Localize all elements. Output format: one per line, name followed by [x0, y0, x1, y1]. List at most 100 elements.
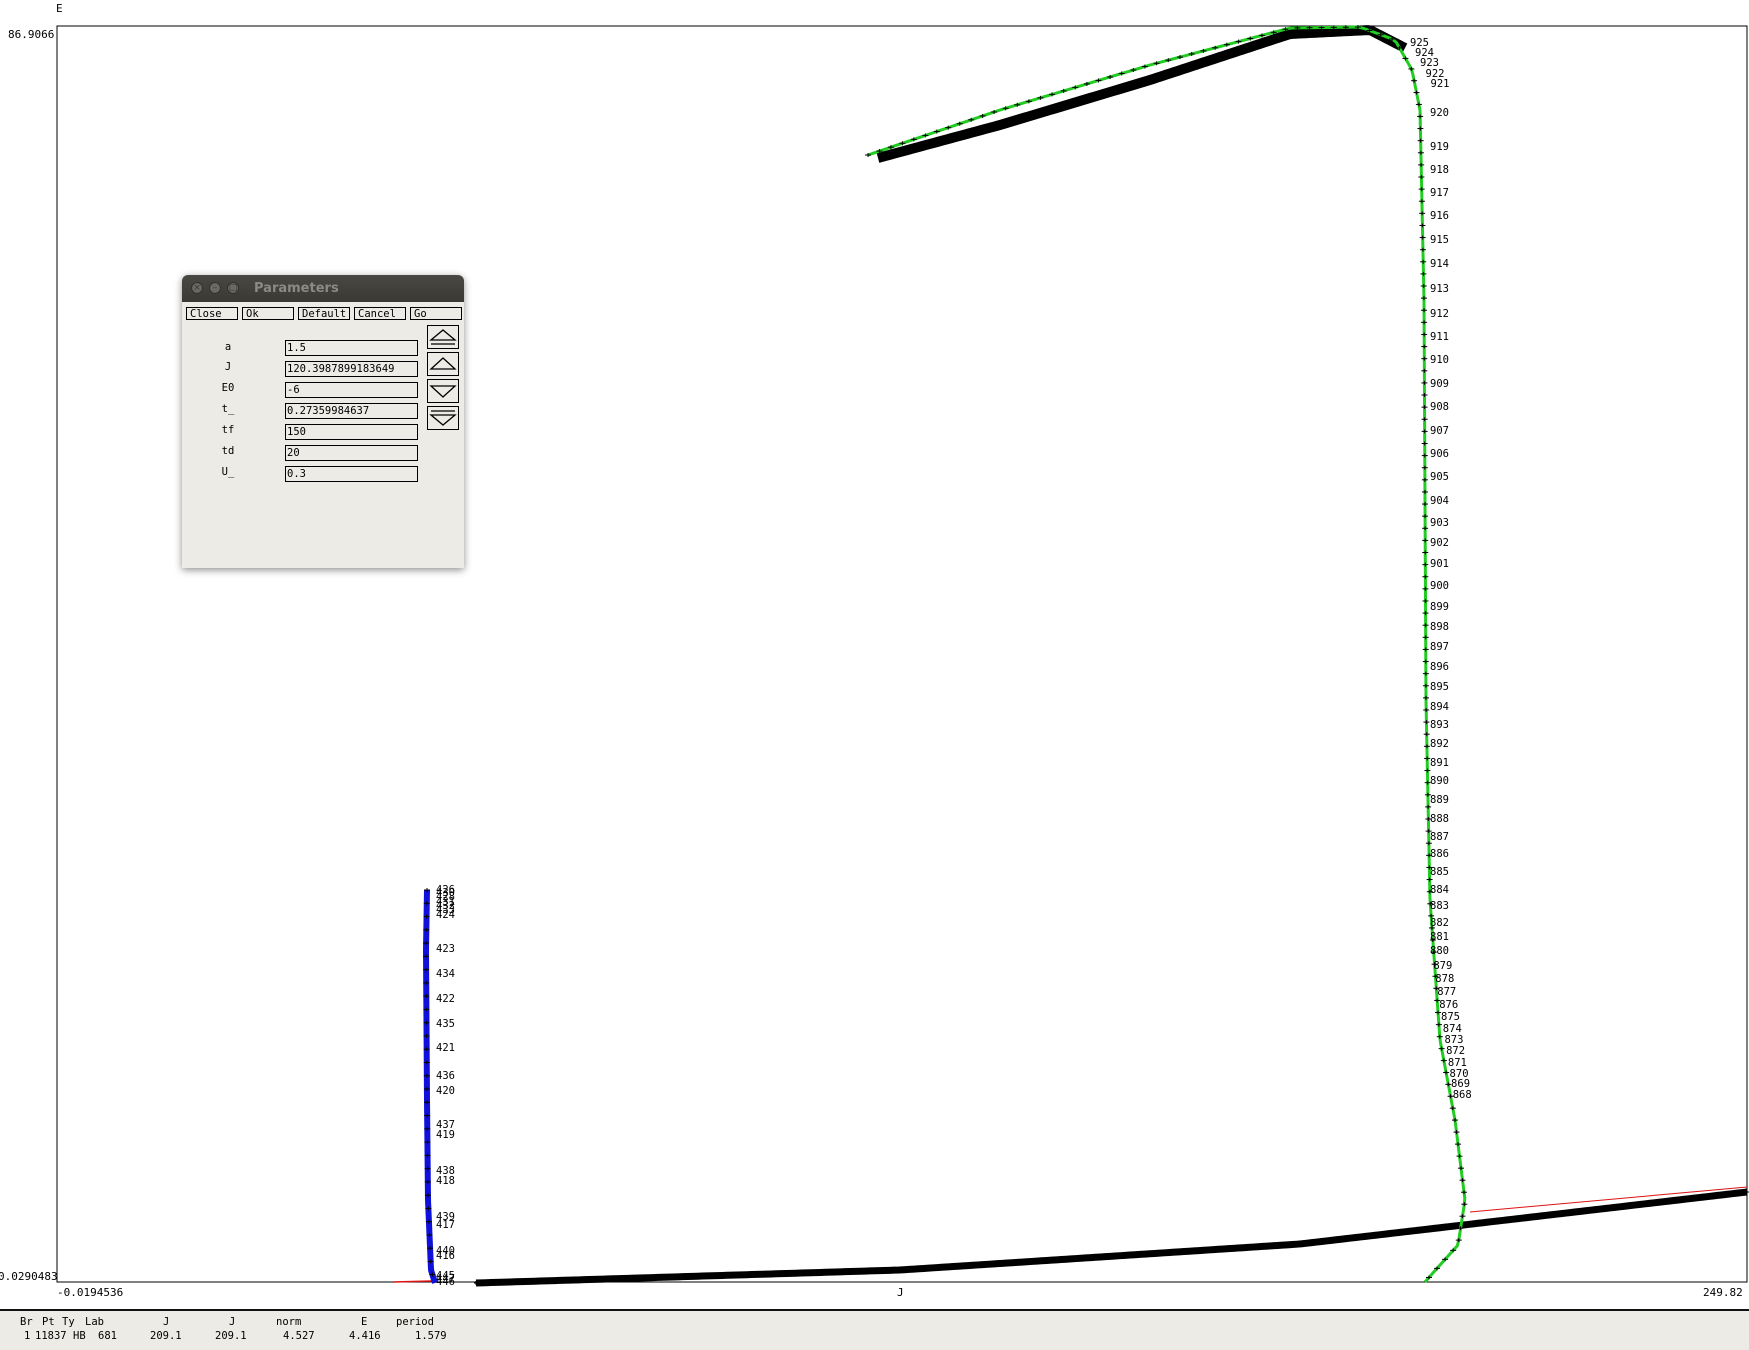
plot-frame	[56, 25, 1748, 1283]
param-label-j: J	[224, 361, 232, 373]
window-title: Parameters	[254, 281, 339, 296]
button-row: Close Ok Default Cancel Go	[184, 307, 462, 322]
blue-point-labels: 4264304284314324334244234344224354214364…	[436, 884, 455, 1288]
x-axis-label: J	[897, 1286, 904, 1299]
green-point-label: 910	[1430, 354, 1449, 366]
cancel-button[interactable]: Cancel	[354, 307, 406, 320]
status-header-norm: norm	[276, 1316, 302, 1328]
page-up-button[interactable]	[427, 325, 459, 349]
green-point-label: 887	[1430, 831, 1449, 843]
blue-point-label: 421	[436, 1042, 455, 1054]
green-point-label: 896	[1430, 661, 1449, 673]
scroll-up-button[interactable]	[427, 352, 459, 376]
green-point-label: 885	[1430, 866, 1449, 878]
maximize-window-icon[interactable]: □	[227, 282, 239, 294]
green-point-labels: 9259249239229219209199189179169159149139…	[1410, 37, 1472, 1101]
status-value-j2: 209.1	[215, 1330, 247, 1342]
status-value-norm: 4.527	[283, 1330, 315, 1342]
x-max-label: 249.82	[1703, 1286, 1743, 1299]
param-label-td: td	[221, 445, 235, 457]
green-point-label: 888	[1430, 813, 1449, 825]
green-point-label: 920	[1430, 107, 1449, 119]
window-titlebar[interactable]: × – □ Parameters	[182, 275, 464, 302]
green-point-label: 884	[1430, 884, 1449, 896]
status-header-j2: J	[229, 1316, 236, 1328]
blue-point-label: 446	[436, 1276, 455, 1288]
page-down-button[interactable]	[427, 406, 459, 430]
green-point-label: 876	[1439, 999, 1458, 1011]
status-value-br: 1	[24, 1330, 31, 1342]
blue-point-label: 418	[436, 1175, 455, 1187]
status-header-pt: Pt	[42, 1316, 55, 1328]
green-point-label: 915	[1430, 234, 1449, 246]
parameters-window[interactable]: × – □ Parameters Close Ok Default Cancel…	[182, 275, 464, 568]
status-header-e: E	[361, 1316, 368, 1328]
status-bar: Br Pt Ty Lab J J norm E period 1 11837 H…	[0, 1309, 1749, 1350]
minimize-window-icon[interactable]: –	[209, 282, 221, 294]
close-window-icon[interactable]: ×	[191, 282, 203, 294]
go-button[interactable]: Go	[410, 307, 462, 320]
up-arrow-icon	[429, 357, 457, 370]
scroll-down-button[interactable]	[427, 379, 459, 403]
green-point-label: 903	[1430, 517, 1449, 529]
green-point-label: 893	[1430, 719, 1449, 731]
bifurcation-plot[interactable]: 9259249239229219209199189179169159149139…	[0, 0, 1749, 1310]
blue-point-label: 436	[436, 1070, 455, 1082]
blue-point-label: 423	[436, 943, 455, 955]
blue-point-label: 434	[436, 968, 455, 980]
param-field-td[interactable]: 20	[285, 445, 418, 461]
status-header-j1: J	[163, 1316, 170, 1328]
green-point-label: 895	[1430, 681, 1449, 693]
ok-button[interactable]: Ok	[242, 307, 294, 320]
green-point-label: 899	[1430, 601, 1449, 613]
param-field-j[interactable]: 120.3987899183649	[285, 361, 418, 377]
green-point-label: 872	[1446, 1045, 1465, 1057]
blue-point-label: 424	[436, 909, 455, 921]
green-point-label: 886	[1430, 848, 1449, 860]
y-axis-label: E	[56, 2, 63, 15]
green-point-label: 879	[1433, 960, 1452, 972]
blue-point-label: 417	[436, 1219, 455, 1231]
green-point-label: 921	[1431, 78, 1450, 90]
green-point-label: 914	[1430, 258, 1449, 270]
green-point-label: 905	[1430, 471, 1449, 483]
green-point-label: 880	[1430, 945, 1449, 957]
status-value-lab: 681	[98, 1330, 117, 1342]
status-value-e: 4.416	[349, 1330, 381, 1342]
status-header-period: period	[396, 1316, 434, 1328]
lower-branch-curve	[475, 1188, 1748, 1287]
blue-point-label: 420	[436, 1085, 455, 1097]
green-point-label: 897	[1430, 641, 1449, 653]
status-value-j1: 209.1	[150, 1330, 182, 1342]
param-field-u[interactable]: 0.3	[285, 466, 418, 482]
default-button[interactable]: Default	[298, 307, 350, 320]
param-field-t[interactable]: 0.27359984637	[285, 403, 418, 419]
green-point-label: 912	[1430, 308, 1449, 320]
blue-point-label: 435	[436, 1018, 455, 1030]
param-field-a[interactable]: 1.5	[285, 340, 418, 356]
green-point-label: 918	[1430, 164, 1449, 176]
param-label-e0: E0	[221, 382, 235, 394]
param-field-e0[interactable]: -6	[285, 382, 418, 398]
param-label-a: a	[224, 341, 232, 353]
green-point-label: 890	[1430, 775, 1449, 787]
green-branch-shadow	[876, 25, 1408, 163]
param-field-tf[interactable]: 150	[285, 424, 418, 440]
blue-point-label: 419	[436, 1129, 455, 1141]
close-button[interactable]: Close	[186, 307, 238, 320]
green-point-label: 875	[1441, 1011, 1460, 1023]
param-label-u: U_	[221, 466, 235, 478]
green-point-label: 883	[1430, 900, 1449, 912]
green-point-label: 907	[1430, 425, 1449, 437]
double-up-arrow-icon	[429, 329, 457, 345]
status-value-ty: HB	[73, 1330, 86, 1342]
lower-branch	[392, 1186, 1749, 1287]
status-value-pt: 11837	[35, 1330, 67, 1342]
green-point-label: 917	[1430, 187, 1449, 199]
green-point-label: 909	[1430, 378, 1449, 390]
green-point-label: 913	[1430, 283, 1449, 295]
green-point-label: 894	[1430, 701, 1449, 713]
green-point-label: 919	[1430, 141, 1449, 153]
green-periodic-branch	[865, 25, 1468, 1283]
green-point-label: 878	[1435, 973, 1454, 985]
